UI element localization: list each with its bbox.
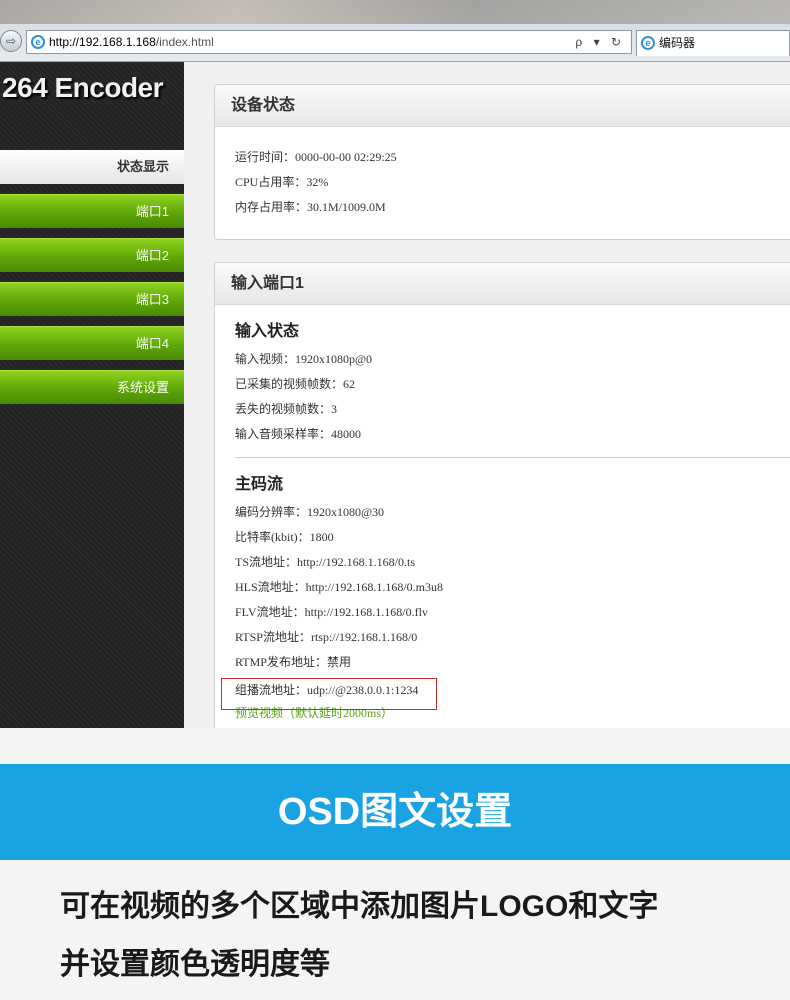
input-row: 输入音频采样率：48000 (235, 427, 362, 441)
status-row-cpu: CPU占用率：32% (235, 175, 329, 189)
panel-title: 设备状态 (215, 85, 790, 127)
section-divider (235, 457, 790, 458)
ie-icon: e (31, 35, 45, 49)
url-path: /index.html (155, 35, 214, 49)
sidebar-item-port4[interactable]: 端口4 (0, 326, 184, 360)
url-host: http://192.168.1.168 (49, 35, 156, 49)
stream-row: TS流地址：http://192.168.1.168/0.ts (235, 555, 416, 569)
address-bar[interactable]: e http://192.168.1.168/index.html ρ ▾ ↻ (26, 30, 632, 54)
stream-row: 编码分辨率：1920x1080@30 (235, 505, 385, 519)
stream-row: FLV流地址：http://192.168.1.168/0.flv (235, 605, 428, 619)
status-row-memory: 内存占用率：30.1M/1009.0M (235, 200, 386, 214)
section-title-main-stream: 主码流 (235, 476, 284, 493)
browser-tab[interactable]: e 编码器 (636, 30, 790, 56)
stream-row: HLS流地址：http://192.168.1.168/0.m3u8 (235, 580, 444, 594)
back-arrow-icon[interactable]: ⇨ (0, 30, 22, 52)
panel-title: 输入端口1 (215, 263, 790, 305)
address-controls[interactable]: ρ ▾ ↻ (575, 31, 625, 53)
sidebar-item-port2[interactable]: 端口2 (0, 238, 184, 272)
sidebar-item-port1[interactable]: 端口1 (0, 194, 184, 228)
tab-title: 编码器 (659, 36, 696, 50)
sidebar-item-status[interactable]: 状态显示 (0, 150, 184, 184)
app-logo: 264 Encoder (2, 72, 164, 103)
section-title-input-status: 输入状态 (235, 323, 300, 340)
input-row: 丢失的视频帧数：3 (235, 402, 338, 416)
main-content: 设备状态 运行时间：0000-00-00 02:29:25 CPU占用率：32%… (184, 62, 790, 742)
input-row: 已采集的视频帧数：62 (235, 377, 356, 391)
spacer (0, 728, 790, 764)
input-port-panel: 输入端口1 输入状态 输入视频：1920x1080p@0 已采集的视频帧数：62… (214, 262, 790, 742)
stream-row: 比特率(kbit)：1800 (235, 530, 334, 544)
feature-banner: OSD图文设置 (0, 764, 790, 860)
status-row-uptime: 运行时间：0000-00-00 02:29:25 (235, 150, 397, 164)
description-line-2: 并设置颜色透明度等 (60, 948, 330, 981)
feature-description: 可在视频的多个区域中添加图片LOGO和文字 并设置颜色透明度等 (0, 860, 790, 1000)
input-row: 输入视频：1920x1080p@0 (235, 352, 373, 366)
multicast-highlight-box (221, 678, 437, 710)
browser-chrome: ⇨ e http://192.168.1.168/index.html ρ ▾ … (0, 0, 790, 62)
ie-icon: e (641, 36, 655, 50)
stream-row: RTMP发布地址：禁用 (235, 655, 351, 669)
description-line-1: 可在视频的多个区域中添加图片LOGO和文字 (60, 890, 659, 923)
sidebar-item-system-settings[interactable]: 系统设置 (0, 370, 184, 404)
sidebar: 264 Encoder 状态显示 端口1 端口2 端口3 端口4 系统设置 (0, 62, 184, 728)
device-status-panel: 设备状态 运行时间：0000-00-00 02:29:25 CPU占用率：32%… (214, 84, 790, 240)
window-title-strip (0, 0, 790, 24)
stream-row: RTSP流地址：rtsp://192.168.1.168/0 (235, 630, 418, 644)
sidebar-item-port3[interactable]: 端口3 (0, 282, 184, 316)
